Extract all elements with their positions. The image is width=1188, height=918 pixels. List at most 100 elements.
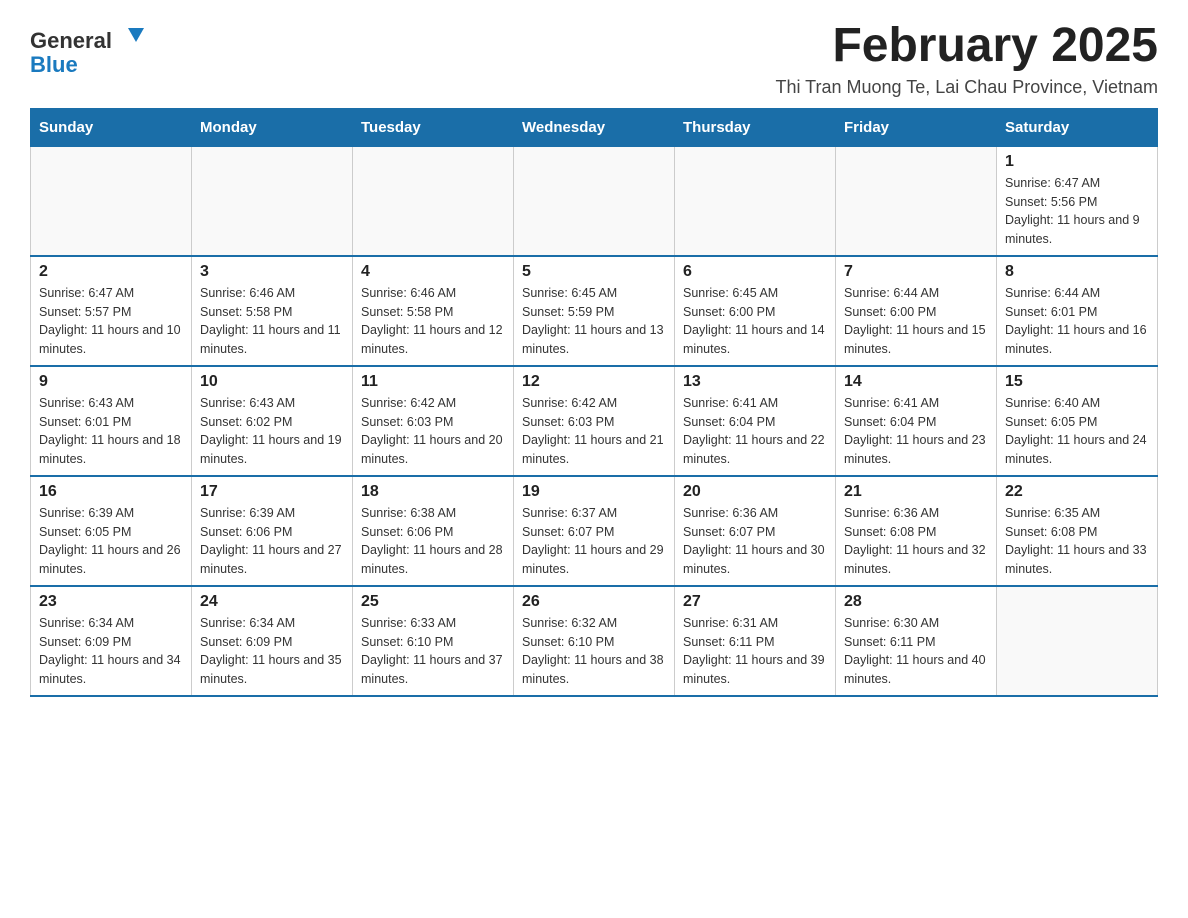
calendar-cell <box>675 146 836 256</box>
main-title: February 2025 <box>775 20 1158 73</box>
day-number: 14 <box>844 373 988 391</box>
day-info: Sunrise: 6:40 AMSunset: 6:05 PMDaylight:… <box>1005 394 1149 469</box>
calendar-cell: 12 Sunrise: 6:42 AMSunset: 6:03 PMDayligh… <box>514 366 675 476</box>
calendar-cell: 9Sunrise: 6:43 AMSunset: 6:01 PMDaylight… <box>31 366 192 476</box>
day-info: Sunrise: 6:47 AMSunset: 5:56 PMDaylight:… <box>1005 174 1149 249</box>
days-of-week-row: SundayMondayTuesdayWednesdayThursdayFrid… <box>31 108 1158 146</box>
day-number: 21 <box>844 483 988 501</box>
day-number: 6 <box>683 263 827 281</box>
day-info: Sunrise: 6:34 AMSunset: 6:09 PMDaylight:… <box>200 614 344 689</box>
day-number: 4 <box>361 263 505 281</box>
day-number: 15 <box>1005 373 1149 391</box>
day-number: 3 <box>200 263 344 281</box>
calendar-cell: 1Sunrise: 6:47 AMSunset: 5:56 PMDaylight… <box>997 146 1158 256</box>
day-info: Sunrise: 6:45 AMSunset: 5:59 PMDaylight:… <box>522 284 666 359</box>
svg-text:General: General <box>30 28 112 53</box>
calendar-cell: 27 Sunrise: 6:31 AMSunset: 6:11 PMDayligh… <box>675 586 836 696</box>
calendar-cell: 11 Sunrise: 6:42 AMSunset: 6:03 PMDayligh… <box>353 366 514 476</box>
day-of-week-header: Sunday <box>31 108 192 146</box>
calendar-table: SundayMondayTuesdayWednesdayThursdayFrid… <box>30 108 1158 697</box>
calendar-week-row: 16 Sunrise: 6:39 AMSunset: 6:05 PMDayligh… <box>31 476 1158 586</box>
calendar-cell: 24 Sunrise: 6:34 AMSunset: 6:09 PMDayligh… <box>192 586 353 696</box>
day-info: Sunrise: 6:41 AMSunset: 6:04 PMDaylight:… <box>844 394 988 469</box>
calendar-cell: 21 Sunrise: 6:36 AMSunset: 6:08 PMDayligh… <box>836 476 997 586</box>
day-number: 26 <box>522 593 666 611</box>
svg-text:Blue: Blue <box>30 52 78 77</box>
day-number: 13 <box>683 373 827 391</box>
day-info: Sunrise: 6:35 AMSunset: 6:08 PMDaylight:… <box>1005 504 1149 579</box>
day-of-week-header: Saturday <box>997 108 1158 146</box>
day-info: Sunrise: 6:30 AMSunset: 6:11 PMDaylight:… <box>844 614 988 689</box>
calendar-body: 1Sunrise: 6:47 AMSunset: 5:56 PMDaylight… <box>31 146 1158 696</box>
calendar-cell: 3 Sunrise: 6:46 AMSunset: 5:58 PMDaylight… <box>192 256 353 366</box>
day-number: 23 <box>39 593 183 611</box>
day-info: Sunrise: 6:32 AMSunset: 6:10 PMDaylight:… <box>522 614 666 689</box>
day-info: Sunrise: 6:46 AMSunset: 5:58 PMDaylight:… <box>361 284 505 359</box>
calendar-cell: 18 Sunrise: 6:38 AMSunset: 6:06 PMDayligh… <box>353 476 514 586</box>
calendar-cell <box>353 146 514 256</box>
day-of-week-header: Thursday <box>675 108 836 146</box>
day-info: Sunrise: 6:36 AMSunset: 6:08 PMDaylight:… <box>844 504 988 579</box>
calendar-cell: 28 Sunrise: 6:30 AMSunset: 6:11 PMDayligh… <box>836 586 997 696</box>
day-info: Sunrise: 6:46 AMSunset: 5:58 PMDaylight:… <box>200 284 344 359</box>
day-info: Sunrise: 6:42 AMSunset: 6:03 PMDaylight:… <box>361 394 505 469</box>
title-area: February 2025 Thi Tran Muong Te, Lai Cha… <box>775 20 1158 98</box>
day-info: Sunrise: 6:41 AMSunset: 6:04 PMDaylight:… <box>683 394 827 469</box>
day-number: 5 <box>522 263 666 281</box>
calendar-header: SundayMondayTuesdayWednesdayThursdayFrid… <box>31 108 1158 146</box>
day-info: Sunrise: 6:47 AMSunset: 5:57 PMDaylight:… <box>39 284 183 359</box>
day-info: Sunrise: 6:36 AMSunset: 6:07 PMDaylight:… <box>683 504 827 579</box>
day-number: 24 <box>200 593 344 611</box>
calendar-cell: 15 Sunrise: 6:40 AMSunset: 6:05 PMDayligh… <box>997 366 1158 476</box>
day-info: Sunrise: 6:44 AMSunset: 6:00 PMDaylight:… <box>844 284 988 359</box>
calendar-cell <box>836 146 997 256</box>
page-header: General Blue February 2025 Thi Tran Muon… <box>30 20 1158 98</box>
calendar-cell <box>997 586 1158 696</box>
calendar-cell: 6 Sunrise: 6:45 AMSunset: 6:00 PMDaylight… <box>675 256 836 366</box>
day-number: 11 <box>361 373 505 391</box>
day-number: 8 <box>1005 263 1149 281</box>
day-number: 20 <box>683 483 827 501</box>
day-info: Sunrise: 6:43 AMSunset: 6:01 PMDaylight:… <box>39 394 183 469</box>
day-number: 27 <box>683 593 827 611</box>
calendar-cell: 7 Sunrise: 6:44 AMSunset: 6:00 PMDaylight… <box>836 256 997 366</box>
day-info: Sunrise: 6:33 AMSunset: 6:10 PMDaylight:… <box>361 614 505 689</box>
calendar-cell: 5 Sunrise: 6:45 AMSunset: 5:59 PMDaylight… <box>514 256 675 366</box>
day-number: 19 <box>522 483 666 501</box>
calendar-week-row: 9Sunrise: 6:43 AMSunset: 6:01 PMDaylight… <box>31 366 1158 476</box>
logo: General Blue <box>30 20 170 80</box>
location-subtitle: Thi Tran Muong Te, Lai Chau Province, Vi… <box>775 77 1158 98</box>
calendar-cell: 2 Sunrise: 6:47 AMSunset: 5:57 PMDaylight… <box>31 256 192 366</box>
day-of-week-header: Friday <box>836 108 997 146</box>
day-of-week-header: Wednesday <box>514 108 675 146</box>
calendar-cell: 19 Sunrise: 6:37 AMSunset: 6:07 PMDayligh… <box>514 476 675 586</box>
calendar-cell: 26 Sunrise: 6:32 AMSunset: 6:10 PMDayligh… <box>514 586 675 696</box>
day-number: 2 <box>39 263 183 281</box>
calendar-cell: 14 Sunrise: 6:41 AMSunset: 6:04 PMDayligh… <box>836 366 997 476</box>
day-info: Sunrise: 6:34 AMSunset: 6:09 PMDaylight:… <box>39 614 183 689</box>
day-info: Sunrise: 6:43 AMSunset: 6:02 PMDaylight:… <box>200 394 344 469</box>
calendar-week-row: 1Sunrise: 6:47 AMSunset: 5:56 PMDaylight… <box>31 146 1158 256</box>
day-number: 7 <box>844 263 988 281</box>
day-info: Sunrise: 6:39 AMSunset: 6:05 PMDaylight:… <box>39 504 183 579</box>
day-number: 18 <box>361 483 505 501</box>
logo-svg: General Blue <box>30 20 170 80</box>
calendar-cell: 8 Sunrise: 6:44 AMSunset: 6:01 PMDaylight… <box>997 256 1158 366</box>
calendar-week-row: 23 Sunrise: 6:34 AMSunset: 6:09 PMDayligh… <box>31 586 1158 696</box>
day-number: 17 <box>200 483 344 501</box>
calendar-cell: 23 Sunrise: 6:34 AMSunset: 6:09 PMDayligh… <box>31 586 192 696</box>
day-info: Sunrise: 6:31 AMSunset: 6:11 PMDaylight:… <box>683 614 827 689</box>
day-number: 16 <box>39 483 183 501</box>
day-number: 28 <box>844 593 988 611</box>
day-info: Sunrise: 6:38 AMSunset: 6:06 PMDaylight:… <box>361 504 505 579</box>
day-number: 22 <box>1005 483 1149 501</box>
day-info: Sunrise: 6:44 AMSunset: 6:01 PMDaylight:… <box>1005 284 1149 359</box>
day-number: 12 <box>522 373 666 391</box>
day-number: 10 <box>200 373 344 391</box>
day-info: Sunrise: 6:42 AMSunset: 6:03 PMDaylight:… <box>522 394 666 469</box>
day-info: Sunrise: 6:37 AMSunset: 6:07 PMDaylight:… <box>522 504 666 579</box>
day-number: 25 <box>361 593 505 611</box>
calendar-cell: 10 Sunrise: 6:43 AMSunset: 6:02 PMDayligh… <box>192 366 353 476</box>
calendar-cell: 22 Sunrise: 6:35 AMSunset: 6:08 PMDayligh… <box>997 476 1158 586</box>
day-info: Sunrise: 6:45 AMSunset: 6:00 PMDaylight:… <box>683 284 827 359</box>
